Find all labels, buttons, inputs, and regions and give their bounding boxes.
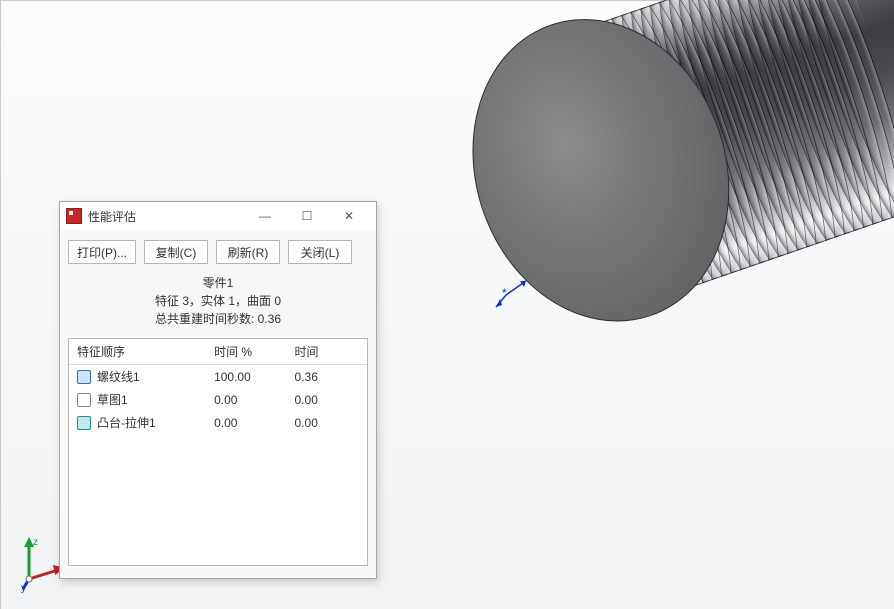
model-viewport[interactable]: * z y 性能评估 — ☐ ✕ 打印(P)... 复制(C)	[0, 0, 894, 609]
summary-block: 零件1 特征 3，实体 1，曲面 0 总共重建时间秒数: 0.36	[60, 270, 376, 338]
table-row[interactable]: 螺纹线1 100.000.36	[69, 365, 367, 389]
performance-eval-dialog: 性能评估 — ☐ ✕ 打印(P)... 复制(C) 刷新(R) 关闭(L) 零件…	[59, 201, 377, 579]
dialog-toolbar: 打印(P)... 复制(C) 刷新(R) 关闭(L)	[60, 230, 376, 270]
feature-pct: 0.00	[206, 388, 286, 411]
summary-rebuild-time: 总共重建时间秒数: 0.36	[60, 310, 376, 328]
feature-time: 0.00	[287, 411, 367, 434]
axis-z-label: z	[33, 537, 38, 548]
extrude-icon	[77, 416, 91, 430]
header-feature-order[interactable]: 特征顺序	[69, 339, 206, 365]
header-time[interactable]: 时间	[287, 339, 367, 365]
sketch-icon	[77, 393, 91, 407]
close-button[interactable]: 关闭(L)	[288, 240, 352, 264]
dialog-title: 性能评估	[88, 208, 244, 225]
table-row[interactable]: 凸台-拉伸1 0.000.00	[69, 411, 367, 434]
model-cylinder	[381, 0, 894, 425]
feature-name: 草图1	[97, 391, 128, 408]
dialog-titlebar[interactable]: 性能评估 — ☐ ✕	[60, 202, 376, 230]
refresh-button[interactable]: 刷新(R)	[216, 240, 280, 264]
feature-time: 0.36	[287, 365, 367, 389]
copy-button[interactable]: 复制(C)	[144, 240, 208, 264]
thread-icon	[77, 370, 91, 384]
summary-counts: 特征 3，实体 1，曲面 0	[60, 292, 376, 310]
minimize-button[interactable]: —	[244, 204, 286, 228]
maximize-button[interactable]: ☐	[286, 204, 328, 228]
feature-pct: 100.00	[206, 365, 286, 389]
axis-y-label: y	[21, 583, 26, 594]
close-window-button[interactable]: ✕	[328, 204, 370, 228]
table-row[interactable]: 草图1 0.000.00	[69, 388, 367, 411]
app-icon	[66, 208, 82, 224]
feature-name: 凸台-拉伸1	[97, 414, 156, 431]
feature-name: 螺纹线1	[97, 368, 140, 385]
print-button[interactable]: 打印(P)...	[68, 240, 136, 264]
table-header-row: 特征顺序 时间 % 时间	[69, 339, 367, 365]
feature-table[interactable]: 特征顺序 时间 % 时间 螺纹线1100.000.36草图10.000.00凸台…	[68, 338, 368, 566]
header-time-pct[interactable]: 时间 %	[206, 339, 286, 365]
summary-part-name: 零件1	[60, 274, 376, 292]
feature-time: 0.00	[287, 388, 367, 411]
feature-pct: 0.00	[206, 411, 286, 434]
